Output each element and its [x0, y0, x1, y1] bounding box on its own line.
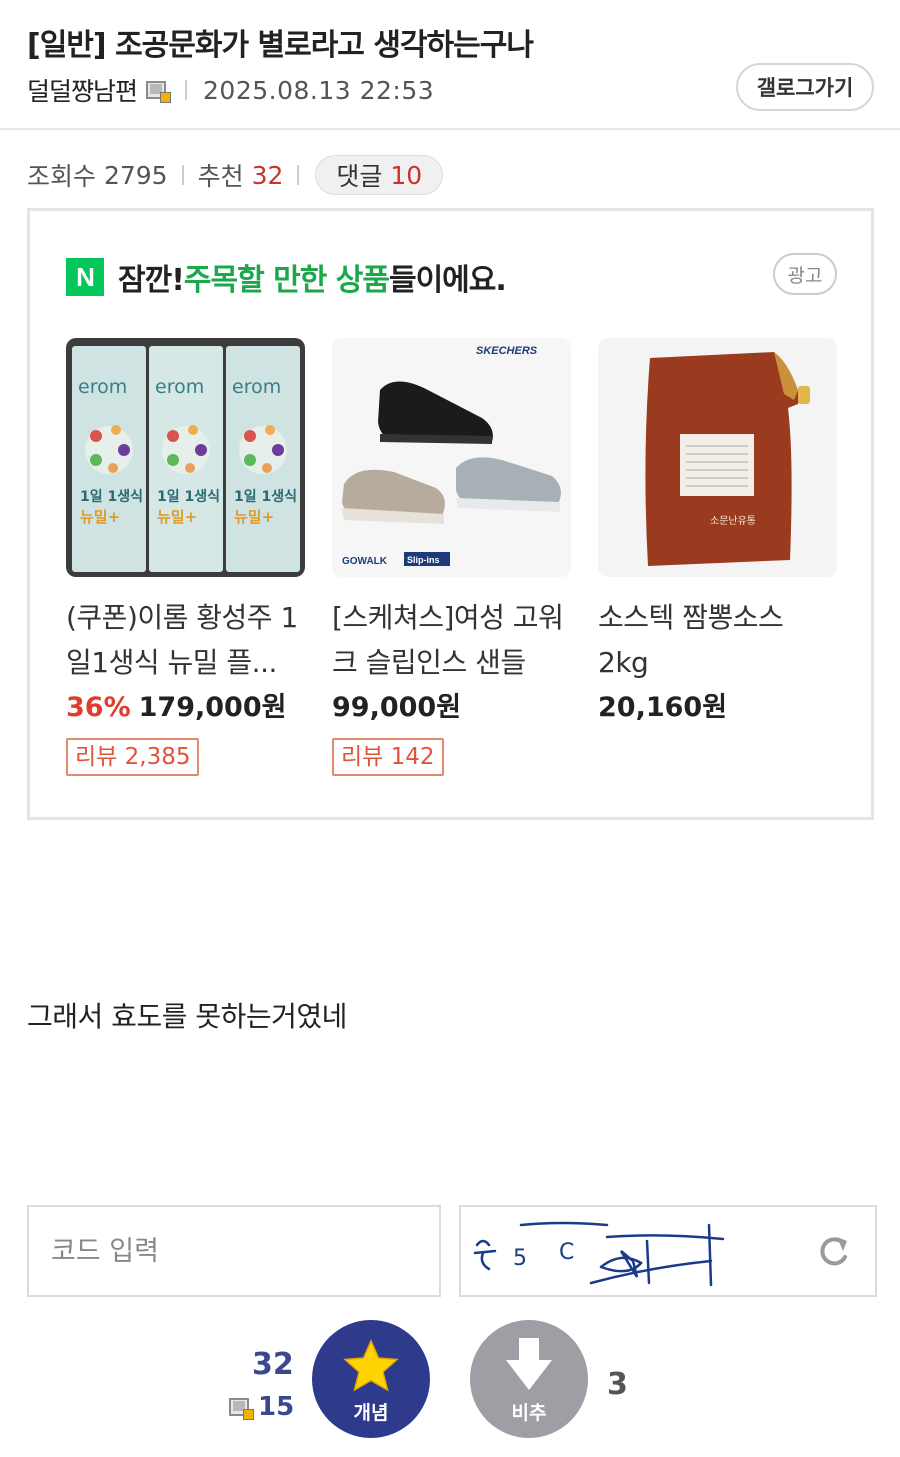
product-price-row: 36% 179,000원 [66, 685, 305, 724]
meta-separator [185, 80, 188, 100]
product-card[interactable]: erom erom erom 1일 1생식 1일 1생식 1일 1생식 뉴밀+ … [66, 338, 305, 776]
product-name[interactable]: (쿠폰)이롬 황성주 1일1생식 뉴밀 플... [66, 595, 305, 685]
ad-heading-prefix: 잠깐! [118, 263, 185, 298]
arrow-down-icon [506, 1338, 552, 1390]
slipins-logo-text: Slip-ins [407, 555, 440, 565]
ad-heading: N 잠깐! 주목할 만한 상품 들이에요. [66, 255, 507, 299]
product-name[interactable]: 소스텍 짬뽕소스 2kg [598, 595, 837, 685]
product-price: 179,000원 [138, 692, 287, 723]
product-price-row: 20,160원 [598, 685, 837, 724]
fixed-upvote-number: 15 [258, 1392, 295, 1422]
product-image[interactable]: erom erom erom 1일 1생식 1일 1생식 1일 1생식 뉴밀+ … [66, 338, 305, 577]
star-icon [343, 1339, 399, 1392]
erom-product-sub: 뉴밀+ [157, 508, 197, 526]
erom-brand-text: erom [155, 376, 204, 398]
product-list: erom erom erom 1일 1생식 1일 1생식 1일 1생식 뉴밀+ … [66, 338, 837, 776]
upvote-button[interactable]: 개념 [312, 1320, 430, 1438]
ad-box: N 잠깐! 주목할 만한 상품들이에요. 광고 erom erom erom [27, 208, 874, 820]
ad-heading-suffix: 들이에요. [388, 263, 507, 298]
product-name[interactable]: [스케쳐스]여성 고워크 슬립인스 샌들 [332, 595, 571, 685]
product-discount: 36% [66, 692, 131, 723]
erom-product-text: 1일 1생식 [157, 489, 220, 505]
post-stats: 조회수 2795 추천 32 댓글 10 [27, 155, 444, 195]
upvote-count: 32 [252, 1347, 294, 1382]
post-body-text: 그래서 효도를 못하는거였네 [27, 1000, 347, 1033]
product-image[interactable]: SKECHERS GOWALK Slip-ins [332, 338, 571, 577]
svg-text:C: C [559, 1240, 574, 1265]
erom-product-text: 1일 1생식 [234, 489, 297, 505]
svg-text:5: 5 [513, 1246, 527, 1271]
naver-logo-icon: N [66, 258, 104, 296]
erom-product-text: 1일 1생식 [80, 489, 143, 505]
erom-brand-text: erom [232, 376, 281, 398]
stats-separator [181, 165, 184, 185]
product-image[interactable]: 소문난유통 [598, 338, 837, 577]
recommend-label: 추천 [197, 162, 244, 191]
skechers-brand-text: SKECHERS [476, 345, 538, 357]
fixed-nick-icon [145, 79, 172, 103]
fixed-user-upvote-count: 15 [228, 1392, 294, 1422]
post-meta: 덜덜쨩남편 2025.08.13 22:53 [27, 72, 434, 108]
recommend-count: 32 [251, 160, 284, 190]
fixed-nick-icon [228, 1396, 254, 1420]
stats-separator [297, 165, 300, 185]
erom-product-sub: 뉴밀+ [234, 508, 274, 526]
post-date: 2025.08.13 22:53 [203, 75, 435, 105]
downvote-count: 3 [607, 1367, 628, 1402]
product-price: 99,000원 [332, 692, 462, 723]
comments-label: 댓글 [336, 162, 383, 191]
downvote-button[interactable]: 비추 [470, 1320, 588, 1438]
captcha-code-input[interactable] [27, 1205, 441, 1297]
product-review-badge: 리뷰 142 [332, 738, 444, 776]
gowalk-logo-text: GOWALK [342, 556, 388, 567]
views-label: 조회수 [27, 162, 97, 191]
product-review-badge: 리뷰 2,385 [66, 738, 200, 776]
product-price-row: 99,000원 [332, 685, 571, 724]
ad-tag[interactable]: 광고 [773, 253, 837, 295]
vote-area: 32 15 개념 비추 3 [0, 1320, 900, 1440]
product-price: 20,160원 [598, 692, 728, 723]
comments-count: 10 [390, 160, 423, 190]
erom-product-sub: 뉴밀+ [80, 508, 120, 526]
product-card[interactable]: 소문난유통 소스텍 짬뽕소스 2kg 20,160원 [598, 338, 837, 776]
comments-button[interactable]: 댓글 10 [315, 155, 444, 195]
author-nickname[interactable]: 덜덜쨩남편 [27, 72, 138, 108]
header-divider [0, 128, 900, 130]
post-title: [일반] 조공문화가 별로라고 생각하는구나 [27, 28, 534, 63]
upvote-label: 개념 [353, 1402, 389, 1424]
erom-brand-text: erom [78, 376, 127, 398]
views-count: 2795 [103, 160, 168, 190]
downvote-label: 비추 [511, 1402, 547, 1424]
gallog-button[interactable]: 갤로그가기 [736, 63, 874, 111]
captcha-refresh-icon[interactable] [813, 1231, 853, 1271]
product-card[interactable]: SKECHERS GOWALK Slip-ins [스케쳐스]여성 고워크 슬립… [332, 338, 571, 776]
ad-heading-highlight: 주목할 만한 상품 [183, 263, 390, 298]
sauce-label-text: 소문난유통 [710, 515, 756, 527]
